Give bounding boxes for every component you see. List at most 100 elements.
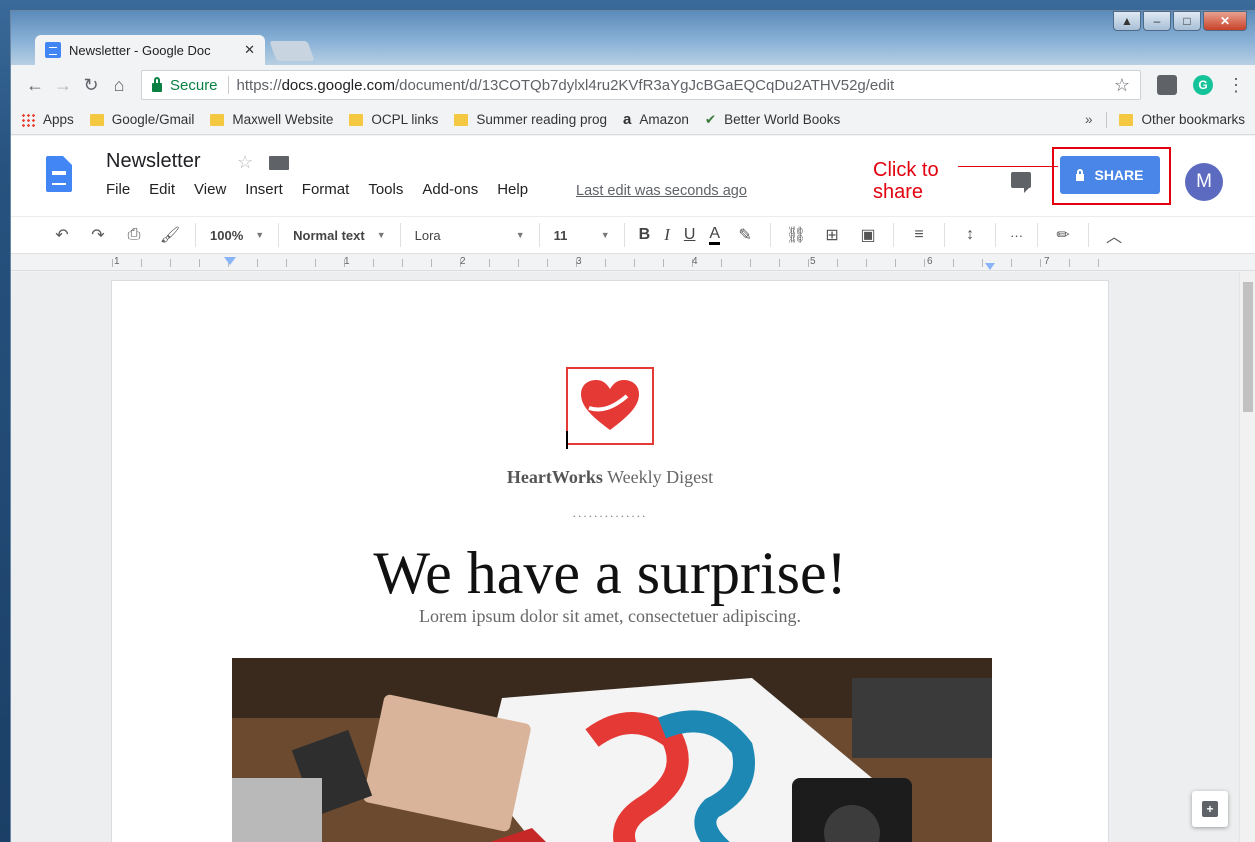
toolbar-divider: [538, 223, 540, 247]
paint-format-icon[interactable]: 🖌: [159, 225, 181, 245]
forward-arrow-icon[interactable]: →: [49, 75, 77, 96]
hero-photo[interactable]: [232, 658, 992, 842]
redo-icon[interactable]: ↷: [87, 225, 109, 245]
italic-button[interactable]: I: [664, 225, 670, 245]
ruler-number: 6: [927, 256, 933, 267]
other-bookmarks[interactable]: Other bookmarks: [1141, 112, 1245, 127]
menu-insert[interactable]: Insert: [245, 181, 283, 198]
tab-strip: Newsletter - Google Doc ✕ ▲ – □ ✕: [11, 11, 1255, 65]
ruler-number: 7: [1044, 256, 1050, 267]
editing-mode-icon[interactable]: ✏: [1052, 225, 1074, 245]
bookmark-label: Maxwell Website: [232, 112, 334, 127]
comments-icon[interactable]: [1011, 172, 1031, 193]
zoom-select[interactable]: 100% ▼: [210, 228, 264, 243]
account-avatar[interactable]: M: [1185, 163, 1223, 201]
insert-link-icon[interactable]: ⛓: [785, 225, 807, 245]
text-color-button[interactable]: A: [709, 225, 721, 245]
bookmark-amazon[interactable]: a Amazon: [623, 111, 689, 128]
underline-button[interactable]: U: [684, 226, 696, 244]
vertical-scrollbar[interactable]: [1239, 272, 1255, 842]
explore-button[interactable]: +: [1192, 791, 1228, 827]
decorative-dots: ..............: [572, 506, 648, 520]
grammarly-extension-icon[interactable]: G: [1193, 75, 1213, 95]
undo-icon[interactable]: ↶: [51, 225, 73, 245]
google-docs-favicon-icon: [45, 42, 61, 58]
share-button[interactable]: SHARE: [1060, 156, 1160, 194]
reload-icon[interactable]: ↻: [77, 75, 105, 96]
toolbar-divider: [770, 223, 772, 247]
document-title[interactable]: Newsletter: [106, 150, 200, 173]
ruler[interactable]: 1 1 2 3 4 5 6 7: [11, 255, 1255, 271]
zoom-value: 100%: [210, 227, 244, 243]
menu-add-ons[interactable]: Add-ons: [422, 181, 478, 198]
bookmarks-divider: [1106, 111, 1108, 128]
toolbar-divider: [1088, 223, 1090, 247]
tab-newsletter[interactable]: Newsletter - Google Doc ✕: [35, 35, 265, 65]
dropdown-arrow-icon: ▼: [515, 230, 525, 240]
bookmark-label: OCPL links: [371, 112, 439, 127]
line-spacing-icon[interactable]: ↕: [959, 226, 981, 244]
annotation-click-to-share: Click to share: [873, 159, 939, 203]
formatting-toolbar: ↶ ↷ ⎙ 🖌 100% ▼ Normal text ▼ Lora ▼ 11 ▼ B I…: [11, 216, 1255, 254]
extension-icon[interactable]: [1157, 75, 1177, 95]
minimize-button[interactable]: –: [1143, 11, 1171, 31]
window-controls: ▲ – □ ✕: [1113, 11, 1247, 31]
more-options-button[interactable]: ···: [1010, 228, 1023, 243]
ruler-number: 4: [692, 256, 698, 267]
menu-edit[interactable]: Edit: [149, 181, 175, 198]
bold-button[interactable]: B: [639, 226, 651, 244]
last-edit-link[interactable]: Last edit was seconds ago: [576, 183, 747, 199]
toolbar-divider: [1037, 223, 1039, 247]
bookmarks-right: » Other bookmarks: [1085, 111, 1245, 128]
menu-view[interactable]: View: [194, 181, 226, 198]
secure-label: Secure: [170, 76, 218, 94]
toolbar-divider: [399, 223, 401, 247]
document-page[interactable]: HeartWorks Weekly Digest .............. …: [111, 280, 1109, 842]
ruler-number: 1: [344, 256, 350, 267]
scrollbar-thumb[interactable]: [1243, 282, 1253, 412]
browser-window: Newsletter - Google Doc ✕ ▲ – □ ✕ ← → ↻ …: [10, 10, 1255, 842]
window-user-icon[interactable]: ▲: [1113, 11, 1141, 31]
paragraph-style-select[interactable]: Normal text ▼: [293, 228, 385, 243]
bookmarks-overflow-button[interactable]: »: [1085, 112, 1093, 127]
bookmark-ocpl-links[interactable]: OCPL links: [349, 112, 438, 127]
share-lock-icon: [1076, 168, 1085, 181]
bookmark-better-world-books[interactable]: ✔ Better World Books: [705, 112, 840, 128]
collapse-menus-icon[interactable]: ︿: [1103, 223, 1125, 247]
dropdown-arrow-icon: ▼: [600, 230, 610, 240]
home-icon[interactable]: ⌂: [105, 75, 133, 96]
font-select[interactable]: Lora ▼: [415, 228, 525, 243]
new-tab-button[interactable]: [269, 41, 315, 61]
address-bar[interactable]: Secure https:// docs.google.com /documen…: [141, 70, 1141, 100]
menu-tools[interactable]: Tools: [368, 181, 403, 198]
move-to-folder-icon[interactable]: [269, 156, 289, 170]
size-value: 11: [553, 227, 568, 243]
bookmark-maxwell-website[interactable]: Maxwell Website: [210, 112, 333, 127]
folder-icon: [454, 113, 469, 126]
bookmark-star-icon[interactable]: ☆: [1114, 75, 1130, 96]
url-path: /document/d/13COTQb7dylxl4ru2KVfR3aYgJcB…: [394, 76, 895, 94]
bookmark-apps[interactable]: Apps: [21, 112, 74, 127]
print-icon[interactable]: ⎙: [123, 226, 145, 244]
back-arrow-icon[interactable]: ←: [21, 75, 49, 96]
window-close-button[interactable]: ✕: [1203, 11, 1247, 31]
bookmark-summer-reading[interactable]: Summer reading prog: [454, 112, 607, 127]
menu-help[interactable]: Help: [497, 181, 528, 198]
tab-close-icon[interactable]: ✕: [244, 42, 255, 58]
menu-file[interactable]: File: [106, 181, 130, 198]
toolbar-divider: [195, 223, 196, 247]
star-document-icon[interactable]: ☆: [237, 152, 253, 173]
menu-format[interactable]: Format: [302, 181, 350, 198]
highlight-color-icon[interactable]: ✎: [734, 225, 756, 245]
heart-logo-image[interactable]: [566, 367, 654, 445]
google-docs-logo-icon[interactable]: [46, 156, 72, 192]
add-comment-icon[interactable]: ⊞: [821, 225, 843, 245]
maximize-button[interactable]: □: [1173, 11, 1201, 31]
align-left-icon[interactable]: ≡: [908, 226, 930, 244]
bookmark-label: Amazon: [639, 112, 689, 127]
font-size-select[interactable]: 11 ▼: [554, 228, 610, 243]
dropdown-arrow-icon: ▼: [376, 230, 386, 240]
bookmark-google-gmail[interactable]: Google/Gmail: [89, 112, 194, 127]
insert-image-icon[interactable]: ▣: [857, 225, 879, 245]
chrome-menu-icon[interactable]: ⋮: [1227, 75, 1245, 96]
